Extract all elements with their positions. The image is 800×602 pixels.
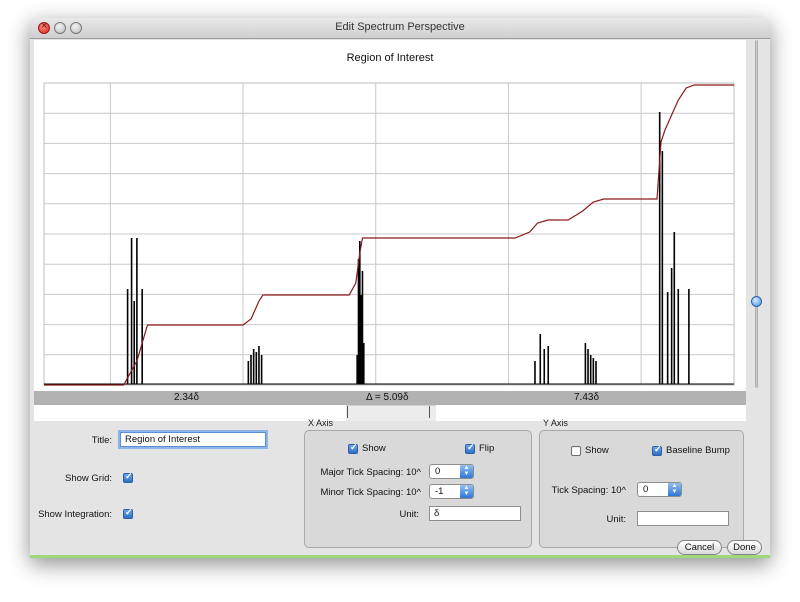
edit-spectrum-window: Edit Spectrum Perspective Region of Inte…	[30, 18, 770, 558]
baseline-bump-checkbox[interactable]	[652, 444, 662, 456]
range-delta-value: Δ = 5.09δ	[366, 392, 409, 403]
done-button[interactable]: Done	[727, 540, 762, 555]
title-label: Title:	[91, 435, 112, 446]
major-tick-value: 0	[435, 466, 441, 477]
x-axis-flip-label: Flip	[479, 443, 495, 454]
x-axis-flip-checkbox[interactable]	[465, 442, 475, 454]
show-grid-label: Show Grid:	[65, 473, 112, 484]
range-left-handle[interactable]	[347, 406, 352, 418]
range-readout: 2.34δ Δ = 5.09δ 7.43δ	[34, 391, 746, 405]
horizontal-range-slider[interactable]	[34, 405, 746, 421]
x-axis-unit-label: Unit:	[399, 509, 419, 520]
y-tick-arrows-icon[interactable]: ▲ ▼	[668, 483, 681, 496]
range-slider-band[interactable]	[346, 405, 436, 421]
major-tick-stepper[interactable]: 0 ▲ ▼	[429, 464, 474, 479]
vertical-zoom-slider[interactable]	[751, 40, 762, 390]
spectrum-chart-svg: 76543δ	[43, 82, 735, 398]
range-left-value: 2.34δ	[174, 392, 200, 403]
y-tick-label: Tick Spacing: 10^	[551, 485, 626, 496]
x-axis-group: Show Flip Major Tick Spacing: 10^ 0 ▲▼ M…	[304, 430, 532, 548]
spectrum-plot[interactable]: Region of Interest 76543δ	[34, 40, 746, 398]
y-axis-show-label: Show	[585, 445, 609, 456]
range-right-handle[interactable]	[429, 406, 434, 418]
major-tick-arrows-icon[interactable]: ▲ ▼	[460, 465, 473, 478]
window-title: Edit Spectrum Perspective	[335, 21, 465, 33]
baseline-bump-label: Baseline Bump	[666, 445, 730, 456]
major-tick-label: Major Tick Spacing: 10^	[320, 467, 421, 478]
integration-curve	[44, 84, 734, 386]
show-integration-label: Show Integration:	[38, 509, 112, 520]
vertical-slider-knob[interactable]	[751, 296, 762, 307]
vertical-slider-track	[755, 40, 758, 388]
settings-panel: Title: Region of Interest Show Grid: Sho…	[30, 418, 770, 555]
y-axis-show-checkbox[interactable]	[571, 446, 581, 456]
show-integration-checkbox[interactable]	[123, 507, 133, 519]
y-axis-group-title: Y Axis	[543, 418, 568, 428]
show-grid-checkbox[interactable]	[123, 471, 133, 483]
y-axis-unit-label: Unit:	[606, 514, 626, 525]
y-axis-unit-input[interactable]	[637, 511, 729, 526]
minor-tick-value: -1	[435, 486, 444, 497]
title-bar: Edit Spectrum Perspective	[30, 18, 770, 39]
y-tick-stepper[interactable]: 0 ▲ ▼	[637, 482, 682, 497]
y-axis-group: Show Baseline Bump Tick Spacing: 10^ 0 ▲…	[539, 430, 744, 548]
minor-tick-stepper[interactable]: -1 ▲ ▼	[429, 484, 474, 499]
minor-tick-label: Minor Tick Spacing: 10^	[320, 487, 421, 498]
x-axis-group-title: X Axis	[308, 418, 334, 428]
range-right-value: 7.43δ	[574, 392, 600, 403]
minor-tick-arrows-icon[interactable]: ▲ ▼	[460, 485, 473, 498]
x-axis-unit-input[interactable]: δ	[429, 506, 521, 521]
cancel-button[interactable]: Cancel	[677, 540, 722, 555]
window-bottom-strip	[30, 555, 770, 558]
y-tick-value: 0	[643, 484, 649, 495]
x-axis-show-label: Show	[362, 443, 386, 454]
x-axis-show-checkbox[interactable]	[348, 442, 358, 454]
title-input[interactable]: Region of Interest	[120, 432, 266, 447]
